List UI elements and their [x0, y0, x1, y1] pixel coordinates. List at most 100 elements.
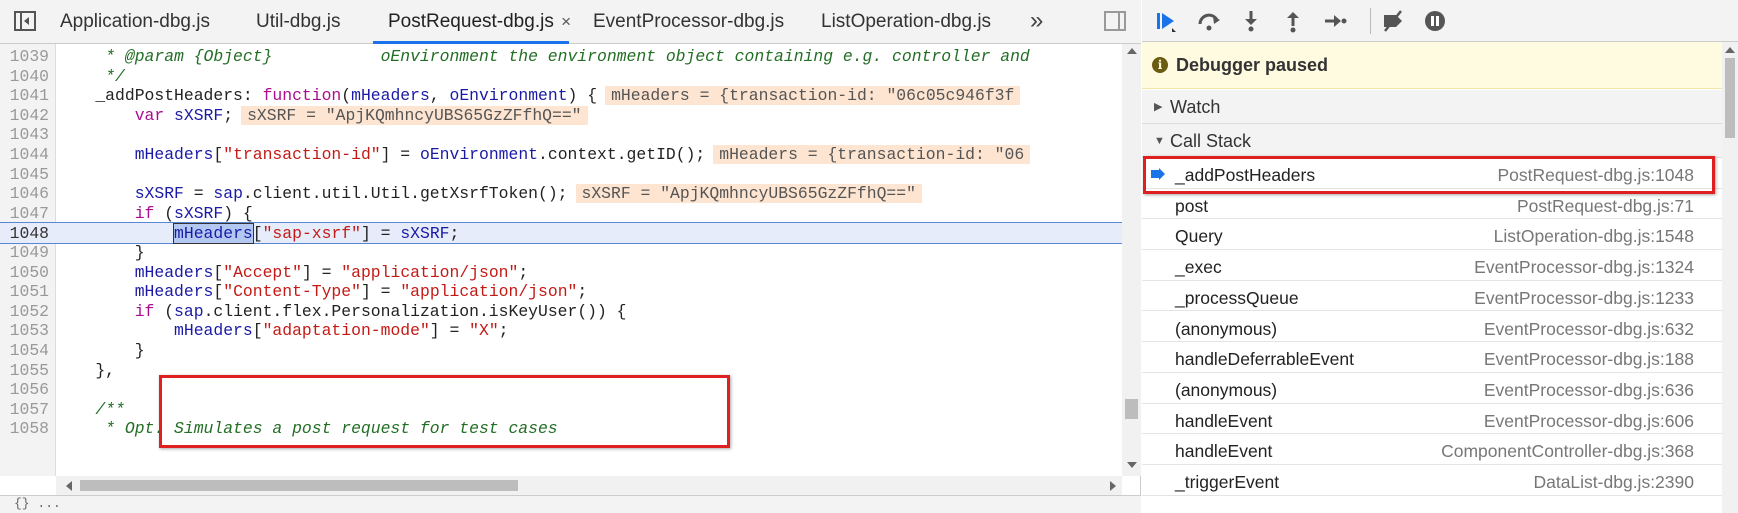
navigator-toggle-icon[interactable] [14, 11, 36, 31]
code-token: "transaction-id" [223, 145, 381, 164]
step-out-icon[interactable] [1280, 8, 1306, 34]
call-stack-frame[interactable]: (anonymous) EventProcessor-dbg.js:636 [1142, 373, 1738, 404]
paused-status-text: Debugger paused [1176, 55, 1329, 75]
code-token: sXSRF [174, 203, 224, 223]
frame-location-link[interactable]: EventProcessor-dbg.js:606 [1484, 411, 1694, 432]
frame-location-link[interactable]: DataList-dbg.js:2390 [1533, 472, 1694, 493]
tab-postrequest-dbg[interactable]: PostRequest-dbg.js × [373, 0, 571, 44]
line-number[interactable]: 1058 [0, 418, 49, 440]
call-stack-frame[interactable]: Query ListOperation-dbg.js:1548 [1142, 219, 1738, 251]
debugger-sidebar: i Debugger paused ▶ Watch ▼ Call Stack _… [1142, 0, 1738, 513]
step-into-icon[interactable] [1238, 8, 1264, 34]
code-token: } [56, 243, 145, 262]
code-token: sXSRF [174, 105, 224, 125]
debugger-vertical-scrollbar[interactable] [1722, 42, 1738, 513]
tab-eventprocessor-dbg[interactable]: EventProcessor-dbg.js [593, 0, 784, 44]
code-token: mHeaders [351, 86, 430, 106]
code-token: [ [213, 282, 224, 302]
tab-util-dbg[interactable]: Util-dbg.js [256, 0, 340, 44]
scroll-up-icon[interactable] [1725, 47, 1735, 53]
code-token: [ [213, 262, 224, 282]
frame-location-link[interactable]: EventProcessor-dbg.js:1324 [1474, 257, 1694, 278]
call-stack-frame[interactable]: (anonymous) EventProcessor-dbg.js:632 [1142, 312, 1738, 343]
frame-location-link[interactable]: ComponentController-dbg.js:368 [1441, 441, 1694, 462]
call-stack-section-header[interactable]: ▼ Call Stack [1142, 124, 1738, 158]
step-over-icon[interactable] [1196, 8, 1222, 34]
step-icon[interactable] [1322, 8, 1348, 34]
frame-location-link[interactable]: EventProcessor-dbg.js:1233 [1474, 288, 1694, 309]
highlight-annotation-box [1143, 156, 1715, 194]
pause-on-exceptions-icon[interactable] [1422, 8, 1448, 34]
inline-value-badge: sXSRF = "ApjKQmhncyUBS65GzZFfhQ==" [575, 184, 922, 204]
code-token: ( [164, 203, 175, 223]
call-stack-frame[interactable]: handleDeferrableEvent EventProcessor-dbg.… [1142, 342, 1738, 373]
frame-function-name: _triggerEvent [1175, 472, 1280, 492]
scroll-thumb[interactable] [1125, 399, 1138, 419]
editor-status-bar: {} ... [0, 495, 1141, 513]
close-icon[interactable]: × [561, 0, 571, 44]
frame-function-name: (anonymous) [1175, 318, 1278, 339]
scroll-right-icon[interactable] [1110, 481, 1116, 491]
frame-location-link[interactable]: ListOperation-dbg.js:1548 [1494, 226, 1694, 247]
tab-listoperation-dbg[interactable]: ListOperation-dbg.js [821, 0, 991, 44]
code-token: mHeaders [56, 321, 253, 341]
code-token: .context.getID(); [538, 145, 706, 164]
sidebar-toggle-icon[interactable] [1104, 11, 1126, 31]
code-token: ; [577, 282, 588, 302]
deactivate-breakpoints-icon[interactable] [1380, 8, 1406, 34]
code-token: ] = [301, 262, 342, 282]
tab-label: PostRequest-dbg.js [388, 11, 554, 32]
scroll-left-icon[interactable] [66, 481, 72, 491]
frame-function-name: Query [1175, 226, 1223, 247]
frame-location-link[interactable]: PostRequest-dbg.js:71 [1517, 196, 1694, 217]
frame-function-name: _exec [1175, 257, 1222, 278]
code-token: sap [213, 184, 243, 204]
code-token: "Content-Type" [223, 282, 361, 302]
call-stack-frame[interactable]: _processQueue EventProcessor-dbg.js:1233 [1142, 281, 1738, 312]
call-stack-frame[interactable]: _triggerEvent DataList-dbg.js:2390 [1142, 465, 1738, 496]
code-token: var [56, 105, 175, 125]
code-token: ( [164, 301, 175, 321]
code-editor[interactable]: 1039 * @param {Object} oEnvironment the … [0, 44, 1122, 476]
scroll-up-icon[interactable] [1127, 48, 1137, 54]
code-token: .client.flex.Personalization.isKeyUser()… [203, 301, 627, 321]
call-stack-frame[interactable]: handleEvent EventProcessor-dbg.js:606 [1142, 404, 1738, 435]
frame-function-name: handleEvent [1175, 441, 1273, 462]
code-token: [ [252, 224, 263, 244]
frame-location-link[interactable]: EventProcessor-dbg.js:632 [1484, 319, 1694, 340]
frame-function-name: _processQueue [1175, 287, 1299, 308]
code-token: "X" [469, 321, 499, 341]
scroll-thumb[interactable] [1725, 58, 1735, 138]
code-token: ] = [429, 321, 470, 341]
code-token: "adaptation-mode" [262, 321, 430, 341]
code-token: "application/json" [341, 262, 519, 282]
scroll-thumb[interactable] [80, 480, 518, 491]
code-token: ; [449, 224, 460, 244]
editor-vertical-scrollbar[interactable] [1122, 44, 1141, 476]
toolbar-divider [1370, 8, 1371, 34]
frame-location-link[interactable]: EventProcessor-dbg.js:636 [1484, 380, 1694, 401]
code-token: ) { [223, 203, 253, 223]
watch-section-header[interactable]: ▶ Watch [1142, 90, 1738, 124]
scroll-down-icon[interactable] [1127, 462, 1137, 468]
code-token: if [56, 301, 165, 321]
expand-triangle-icon: ▶ [1154, 101, 1163, 113]
code-token: ] = [360, 282, 401, 302]
code-token: } [56, 341, 145, 360]
call-stack-frame[interactable]: handleEvent ComponentController-dbg.js:36… [1142, 434, 1738, 465]
resume-icon[interactable] [1154, 8, 1180, 34]
tab-application-dbg[interactable]: Application-dbg.js [60, 0, 210, 44]
info-icon: i [1152, 57, 1168, 73]
frame-function-name: post [1175, 195, 1209, 216]
code-token: oEnvironment [419, 145, 539, 164]
highlight-annotation-box [159, 375, 730, 448]
frame-location-link[interactable]: EventProcessor-dbg.js:188 [1484, 349, 1694, 370]
frame-function-name: handleDeferrableEvent [1175, 349, 1355, 370]
call-stack-frame[interactable]: _exec EventProcessor-dbg.js:1324 [1142, 250, 1738, 281]
editor-horizontal-scrollbar[interactable] [56, 476, 1122, 495]
inline-value-badge: sXSRF = "ApjKQmhncyUBS65GzZFfhQ==" [241, 105, 588, 125]
tab-label: EventProcessor-dbg.js [593, 11, 785, 32]
tab-overflow-icon[interactable]: » [1030, 7, 1044, 35]
code-token: , [429, 86, 450, 106]
